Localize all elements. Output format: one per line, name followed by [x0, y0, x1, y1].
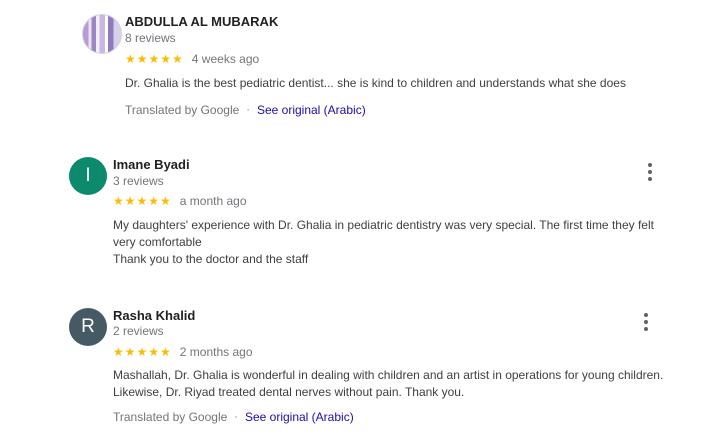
star-rating-icon: ★★★★★	[113, 345, 172, 359]
review-date: a month ago	[179, 194, 247, 208]
see-original-link[interactable]: See original (Arabic)	[245, 410, 354, 424]
rating-row: ★★★★★ 4 weeks ago	[125, 52, 259, 66]
avatar-initial: I	[85, 165, 91, 186]
reviewer-name[interactable]: ABDULLA AL MUBARAK	[125, 14, 278, 29]
review-card: ABDULLA AL MUBARAK 8 reviews ★★★★★ 4 wee…	[0, 0, 723, 130]
review-card: I Imane Byadi 3 reviews ★★★★★ a month ag…	[0, 150, 723, 280]
review-text-line: Likewise, Dr. Riyad treated dental nerve…	[113, 385, 465, 399]
review-count[interactable]: 8 reviews	[125, 31, 176, 45]
review-count[interactable]: 3 reviews	[113, 174, 164, 188]
translation-row: Translated by Google · See original (Ara…	[113, 410, 354, 424]
reviewer-avatar[interactable]	[82, 14, 122, 54]
translated-label: Translated by Google	[125, 103, 240, 117]
more-vert-icon[interactable]	[640, 311, 652, 333]
review-count[interactable]: 2 reviews	[113, 324, 164, 338]
more-vert-icon[interactable]	[644, 161, 656, 183]
star-rating-icon: ★★★★★	[125, 52, 184, 66]
reviewer-name[interactable]: Rasha Khalid	[113, 308, 195, 323]
review-text-line: Dr. Ghalia is the best pediatric dentist…	[125, 76, 626, 90]
review-text-line: very comfortable	[113, 235, 202, 249]
reviewer-name[interactable]: Imane Byadi	[113, 157, 190, 172]
rating-row: ★★★★★ a month ago	[113, 194, 247, 208]
reviewer-avatar[interactable]: I	[69, 157, 107, 195]
review-date: 2 months ago	[179, 345, 253, 359]
review-text-line: My daughters' experience with Dr. Ghalia…	[113, 218, 654, 232]
avatar-initial: R	[81, 316, 95, 337]
star-rating-icon: ★★★★★	[113, 194, 172, 208]
review-text-line: Thank you to the doctor and the staff	[113, 252, 309, 266]
separator-dot: ·	[246, 104, 250, 116]
review-date: 4 weeks ago	[191, 52, 260, 66]
translation-row: Translated by Google · See original (Ara…	[125, 103, 366, 117]
review-card: R Rasha Khalid 2 reviews ★★★★★ 2 months …	[0, 300, 723, 440]
see-original-link[interactable]: See original (Arabic)	[257, 103, 366, 117]
separator-dot: ·	[234, 411, 238, 423]
rating-row: ★★★★★ 2 months ago	[113, 345, 253, 359]
reviewer-avatar[interactable]: R	[69, 308, 107, 346]
translated-label: Translated by Google	[113, 410, 228, 424]
review-text-line: Mashallah, Dr. Ghalia is wonderful in de…	[113, 368, 664, 382]
